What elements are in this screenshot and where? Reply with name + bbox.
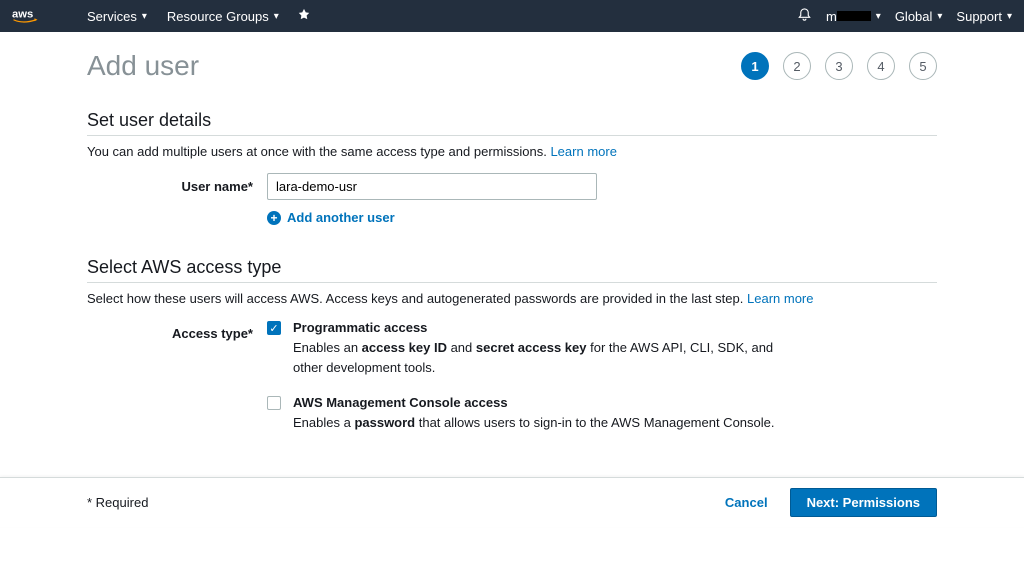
console-access-desc: Enables a password that allows users to … [293, 413, 777, 433]
option-console-access: AWS Management Console access Enables a … [267, 395, 777, 433]
wizard-footer: * Required Cancel Next: Permissions [0, 477, 1024, 527]
chevron-down-icon: ▾ [1007, 11, 1012, 22]
chevron-down-icon: ▾ [142, 11, 147, 22]
nav-region-label: Global [895, 9, 933, 24]
required-fields-note: * Required [87, 495, 148, 510]
access-type-label: Access type* [87, 320, 267, 341]
add-another-user-link[interactable]: + Add another user [267, 210, 937, 225]
nav-support[interactable]: Support ▾ [956, 9, 1012, 24]
set-user-details-title: Set user details [87, 110, 937, 136]
step-4[interactable]: 4 [867, 52, 895, 80]
select-access-type-desc: Select how these users will access AWS. … [87, 291, 937, 306]
aws-logo[interactable]: aws [12, 7, 57, 25]
username-input[interactable] [267, 173, 597, 200]
step-3[interactable]: 3 [825, 52, 853, 80]
add-another-user-label: Add another user [287, 210, 395, 225]
nav-resource-groups-label: Resource Groups [167, 9, 269, 24]
step-5[interactable]: 5 [909, 52, 937, 80]
notifications-icon[interactable] [797, 7, 812, 26]
plus-circle-icon: + [267, 211, 281, 225]
chevron-down-icon: ▾ [274, 11, 279, 22]
nav-support-label: Support [956, 9, 1002, 24]
wizard-stepper: 1 2 3 4 5 [741, 52, 937, 80]
cancel-button[interactable]: Cancel [725, 495, 768, 510]
nav-services-label: Services [87, 9, 137, 24]
nav-account[interactable]: m ▾ [826, 9, 881, 24]
aws-logo-icon: aws [12, 7, 57, 25]
step-1[interactable]: 1 [741, 52, 769, 80]
learn-more-link[interactable]: Learn more [550, 144, 616, 159]
username-row: User name* [87, 173, 937, 200]
access-type-row: Access type* ✓ Programmatic access Enabl… [87, 320, 937, 451]
top-nav: aws Services ▾ Resource Groups ▾ m ▾ Glo… [0, 0, 1024, 32]
programmatic-access-checkbox[interactable]: ✓ [267, 321, 281, 335]
account-name-redacted [837, 11, 871, 21]
console-access-checkbox[interactable] [267, 396, 281, 410]
next-permissions-button[interactable]: Next: Permissions [790, 488, 937, 517]
nav-region[interactable]: Global ▾ [895, 9, 943, 24]
programmatic-access-desc: Enables an access key ID and secret acce… [293, 338, 777, 377]
nav-resource-groups[interactable]: Resource Groups ▾ [157, 9, 289, 24]
step-2[interactable]: 2 [783, 52, 811, 80]
select-access-type-title: Select AWS access type [87, 257, 937, 283]
username-label: User name* [87, 173, 267, 194]
pin-icon[interactable] [297, 8, 311, 25]
nav-account-prefix: m [826, 9, 837, 24]
option-programmatic-access: ✓ Programmatic access Enables an access … [267, 320, 777, 377]
nav-right: m ▾ Global ▾ Support ▾ [797, 7, 1012, 26]
chevron-down-icon: ▾ [876, 11, 881, 22]
chevron-down-icon: ▾ [937, 11, 942, 22]
learn-more-link[interactable]: Learn more [747, 291, 813, 306]
page-header: Add user 1 2 3 4 5 [87, 50, 937, 82]
nav-services[interactable]: Services ▾ [77, 9, 157, 24]
programmatic-access-title: Programmatic access [293, 320, 777, 335]
svg-text:aws: aws [12, 9, 33, 21]
console-access-title: AWS Management Console access [293, 395, 777, 410]
page-title: Add user [87, 50, 199, 82]
set-user-details-desc: You can add multiple users at once with … [87, 144, 937, 159]
